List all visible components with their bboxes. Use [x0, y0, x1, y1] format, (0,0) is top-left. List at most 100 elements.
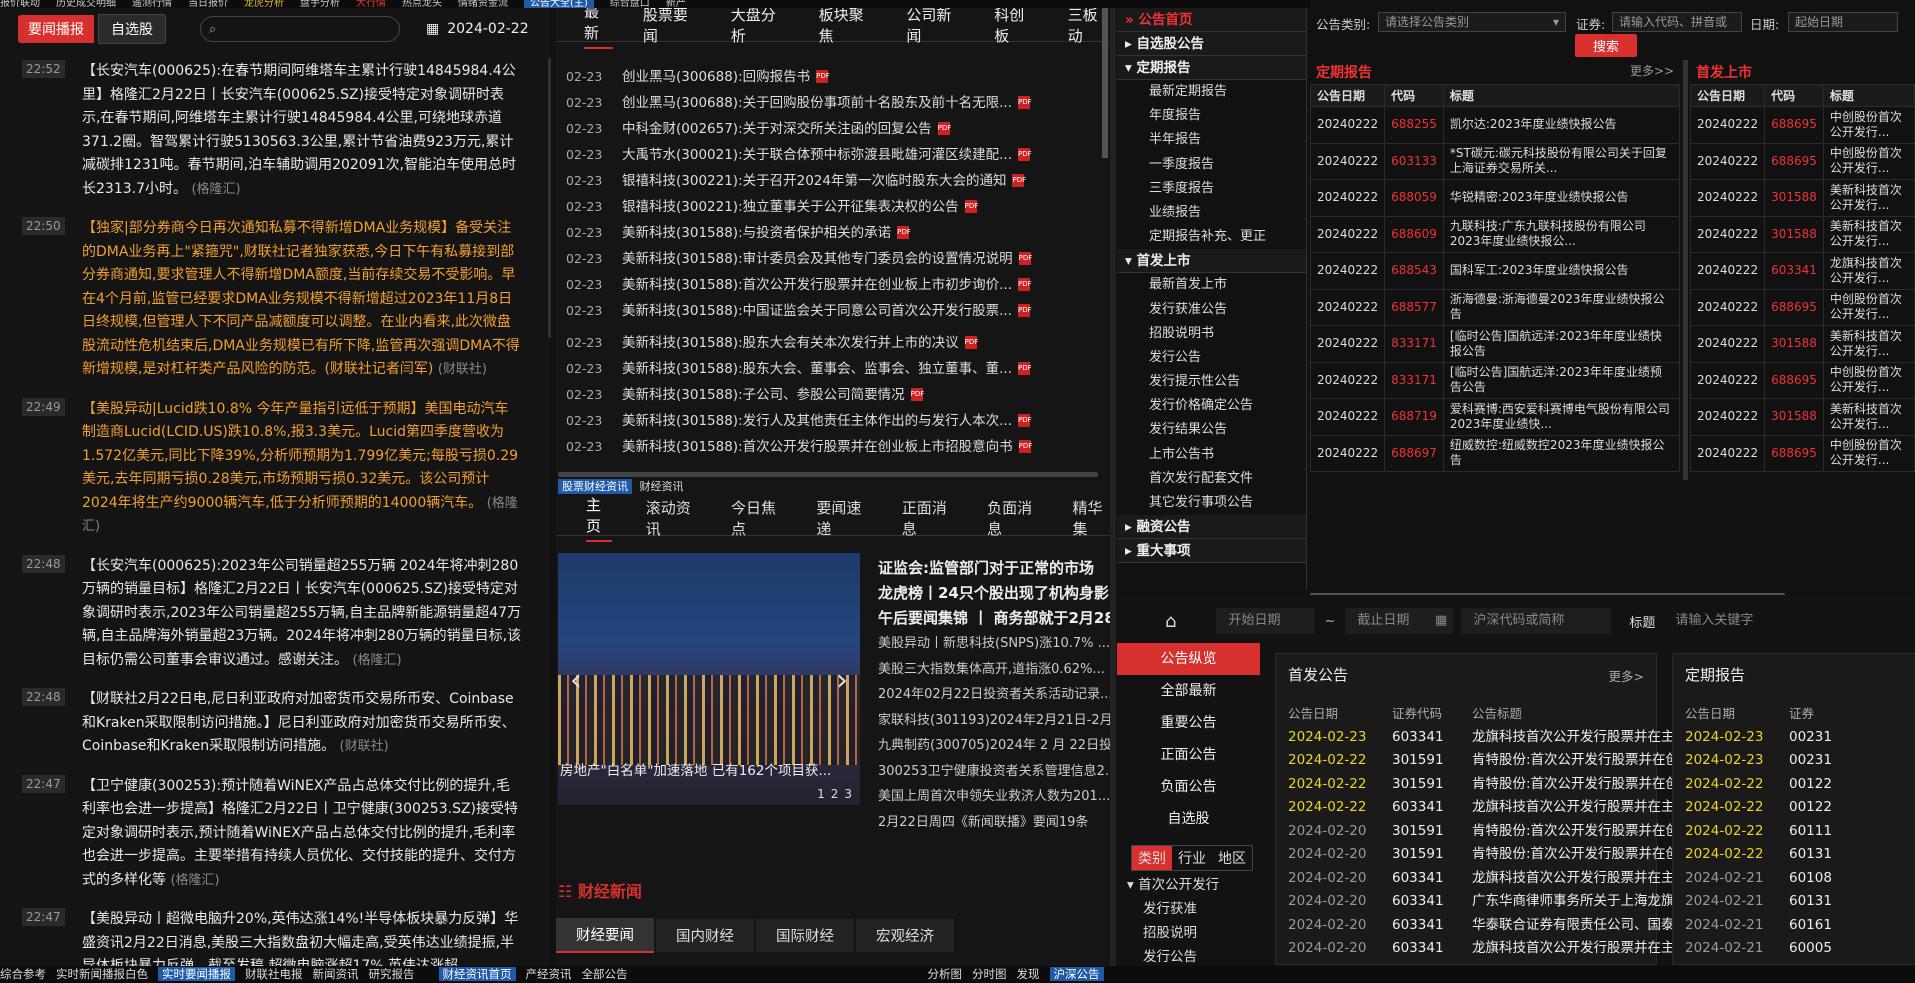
headline-link[interactable]: 午后要闻集锦 丨 商务部就于2月28: [878, 606, 1111, 631]
nav-item[interactable]: 上市公告书: [1117, 443, 1306, 467]
finance-tab[interactable]: 国际财经: [756, 918, 854, 952]
top-menu-item[interactable]: 新产: [666, 0, 686, 8]
code-input[interactable]: 沪深代码或简称: [1461, 608, 1612, 634]
card-row[interactable]: 2024-02-22 301591 肯特股份:首次公开发行股票并在创...: [1288, 749, 1701, 773]
title-cell[interactable]: 中创股份首次公开发行...: [1822, 106, 1915, 144]
title-cell[interactable]: [临时公告]国航远洋:2023年年度业绩预告公告: [1442, 361, 1681, 399]
status-tab[interactable]: 实时新闻播报白色: [56, 967, 148, 981]
news-item[interactable]: 22:47 【卫宁健康(300253):预计随着WiNEX产品占总体交付比例的提升…: [0, 769, 540, 903]
tree-item[interactable]: 招股说明: [1127, 921, 1219, 945]
news-link[interactable]: 家联科技(301193)2024年2月21日-2月...: [878, 708, 1111, 734]
top-menu-item[interactable]: 当日报价: [188, 0, 228, 8]
card-row[interactable]: 2024-02-20 301591 肯特股份:首次公开发行股票并在创...: [1288, 843, 1701, 867]
status-tab[interactable]: 研究报告: [369, 967, 415, 981]
end-date-input[interactable]: 截止日期 ▦: [1345, 608, 1454, 634]
card-row[interactable]: 2024-02-21 60131: [1685, 890, 1869, 914]
title-cell[interactable]: 美新科技首次公开发行...: [1822, 215, 1915, 253]
column-header[interactable]: 标题: [1822, 84, 1915, 107]
status-tab-active[interactable]: 实时要闻播报: [158, 967, 235, 981]
title-cell[interactable]: 中创股份首次公开发行...: [1822, 288, 1915, 326]
tree-item[interactable]: 发行公告: [1127, 945, 1219, 965]
expand-icon[interactable]: ▸: [1125, 519, 1136, 535]
headline-link[interactable]: 龙虎榜丨24只个股出现了机构身影: [878, 581, 1111, 606]
column-header[interactable]: 代码: [1764, 84, 1824, 107]
overview-nav-item[interactable]: 全部最新: [1117, 675, 1260, 707]
overview-nav-item[interactable]: 正面公告: [1117, 739, 1260, 771]
more-link[interactable]: 更多>>: [1630, 62, 1674, 79]
prev-arrow-icon[interactable]: ‹: [570, 663, 582, 698]
tab-4[interactable]: 公司新闻: [906, 8, 964, 46]
news-tab[interactable]: 要闻速递: [816, 497, 867, 539]
news-link[interactable]: 美股三大指数集体高开,道指涨0.62%...: [878, 657, 1111, 683]
nav-item[interactable]: 发行结果公告: [1117, 418, 1306, 442]
status-tab[interactable]: 综合参考: [0, 967, 46, 981]
card-row[interactable]: 2024-02-20 603341 华泰联合证券有限责任公司、国泰君...: [1288, 914, 1701, 938]
table-row[interactable]: 20240222 688719 爱科赛博:西安爱科赛博电气股份有限公司2023年度业…: [1309, 398, 1681, 436]
announcement-row[interactable]: 02-23 美新科技(301588):股东大会有关本次发行并上市的决议 PDF: [566, 330, 1086, 356]
expand-icon[interactable]: ▸: [1125, 36, 1136, 52]
table-row[interactable]: 20240222 603133 *ST碳元:碳元科技股份有限公司关于回复上海证券交易…: [1309, 142, 1681, 180]
finance-tab[interactable]: 宏观经济: [856, 918, 954, 952]
table-row[interactable]: 20240222 688695 中创股份首次公开发行...: [1689, 106, 1915, 144]
news-tab[interactable]: 正面消息: [902, 497, 953, 539]
search-input[interactable]: ⌕: [200, 16, 400, 42]
pdf-icon[interactable]: PDF: [897, 226, 911, 239]
title-cell[interactable]: 纽威数控:纽威数控2023年度业绩快报公告: [1442, 434, 1681, 472]
table-row[interactable]: 20240222 688695 中创股份首次公开发行...: [1689, 434, 1915, 472]
nav-item[interactable]: 发行提示性公告: [1117, 370, 1306, 394]
announcement-row[interactable]: 02-23 美新科技(301588):子公司、参股公司简要情况 PDF: [566, 382, 1086, 408]
headline-link[interactable]: 证监会:监管部门对于正常的市场: [878, 556, 1111, 581]
announcement-row[interactable]: 02-23 美新科技(301588):审计委员会及其他专门委员会的设置情况说明 PD…: [566, 246, 1086, 272]
card-row[interactable]: 2024-02-23 00231: [1685, 749, 1869, 773]
title-cell[interactable]: 肯特股份:首次公开发行股票并在创...: [1472, 820, 1692, 844]
top-menu-item[interactable]: 综合盘口: [610, 0, 650, 8]
title-cell[interactable]: 爱科赛博:西安爱科赛博电气股份有限公司2023年度业绩快...: [1442, 398, 1681, 436]
carousel-dot[interactable]: 1: [817, 787, 825, 801]
overview-nav-item[interactable]: 自选股: [1117, 803, 1260, 835]
card-row[interactable]: 2024-02-22 00122: [1685, 796, 1869, 820]
pdf-icon[interactable]: PDF: [910, 388, 924, 401]
nav-item[interactable]: 首次发行配套文件: [1117, 467, 1306, 491]
pdf-icon[interactable]: PDF: [1018, 148, 1032, 161]
table-row[interactable]: 20240222 688697 纽威数控:纽威数控2023年度业绩快报公告: [1309, 434, 1681, 472]
start-date-input[interactable]: 开始日期: [1216, 608, 1315, 634]
announcement-row[interactable]: 02-23 美新科技(301588):首次公开发行股票并在创业板上市招股意向书 PD…: [566, 434, 1086, 460]
title-cell[interactable]: 浙海德曼:浙海德曼2023年度业绩快报公告: [1442, 288, 1681, 326]
top-menu-item[interactable]: 情绪资金流: [458, 0, 508, 8]
table-row[interactable]: 20240222 833171 [临时公告]国航远洋:2023年年度业绩快报公告: [1309, 325, 1681, 363]
announcement-row[interactable]: 02-23 银禧科技(300221):关于召开2024年第一次临时股东大会的通知 P…: [566, 168, 1086, 194]
status-tab[interactable]: 产经资讯: [526, 967, 572, 981]
news-link[interactable]: 美国上周首次申领失业救济人数为201...: [878, 784, 1111, 810]
card-row[interactable]: 2024-02-22 301591 肯特股份:首次公开发行股票并在创...: [1288, 773, 1701, 797]
nav-item[interactable]: 一季度报告: [1117, 153, 1306, 177]
card-row[interactable]: 2024-02-21 60005: [1685, 937, 1869, 961]
news-tab[interactable]: 主页: [586, 494, 612, 542]
table-row[interactable]: 20240222 688609 九联科技:广东九联科技股份有限公司2023年度业绩快…: [1309, 215, 1681, 253]
tab-5[interactable]: 科创板: [994, 8, 1037, 46]
news-item[interactable]: 22:50 【独家|部分券商今日再次通知私募不得新增DMA业务规模】备受关注的DM…: [0, 211, 540, 392]
card-row[interactable]: 2024-02-20 603341 龙旗科技首次公开发行股票并在主板...: [1288, 937, 1701, 961]
title-cell[interactable]: 中创股份首次公开发行...: [1822, 434, 1915, 472]
announcement-row[interactable]: 02-23 创业黑马(300688):回购报告书 PDF: [566, 64, 1086, 90]
pdf-icon[interactable]: PDF: [1012, 174, 1026, 187]
nav-item[interactable]: 半年报告: [1117, 128, 1306, 152]
news-item[interactable]: 22:48 【财联社2月22日电,尼日利亚政府对加密货币交易所币安、Coinbas…: [0, 682, 540, 769]
pdf-icon[interactable]: PDF: [1018, 252, 1032, 265]
carousel-dot[interactable]: 3: [844, 787, 852, 801]
title-cell[interactable]: 美新科技首次公开发行...: [1822, 398, 1915, 436]
security-input[interactable]: 请输入代码、拼音或: [1612, 12, 1742, 32]
finance-tab[interactable]: 国内财经: [656, 918, 754, 952]
nav-item[interactable]: 最新定期报告: [1117, 80, 1306, 104]
tab-2[interactable]: 大盘分析: [731, 8, 789, 46]
expand-icon[interactable]: ▾: [1127, 877, 1138, 893]
column-header[interactable]: 代码: [1384, 84, 1444, 107]
nav-item[interactable]: 三季度报告: [1117, 177, 1306, 201]
pdf-icon[interactable]: PDF: [816, 70, 830, 83]
title-cell[interactable]: 华锐精密:2023年度业绩快报公告: [1442, 179, 1681, 217]
tab-stock-finance-info[interactable]: 股票财经资讯: [558, 479, 632, 494]
news-carousel[interactable]: ‹ › 房地产"白名单"加速落地 已有162个项目获... 123: [558, 553, 860, 805]
nav-item[interactable]: 发行获准公告: [1117, 298, 1306, 322]
announcement-row[interactable]: 02-23 美新科技(301588):与投资者保护相关的承诺 PDF: [566, 220, 1086, 246]
title-cell[interactable]: 龙旗科技首次公开发行股票并在主板...: [1472, 796, 1701, 820]
table-row[interactable]: 20240222 301588 美新科技首次公开发行...: [1689, 179, 1915, 217]
